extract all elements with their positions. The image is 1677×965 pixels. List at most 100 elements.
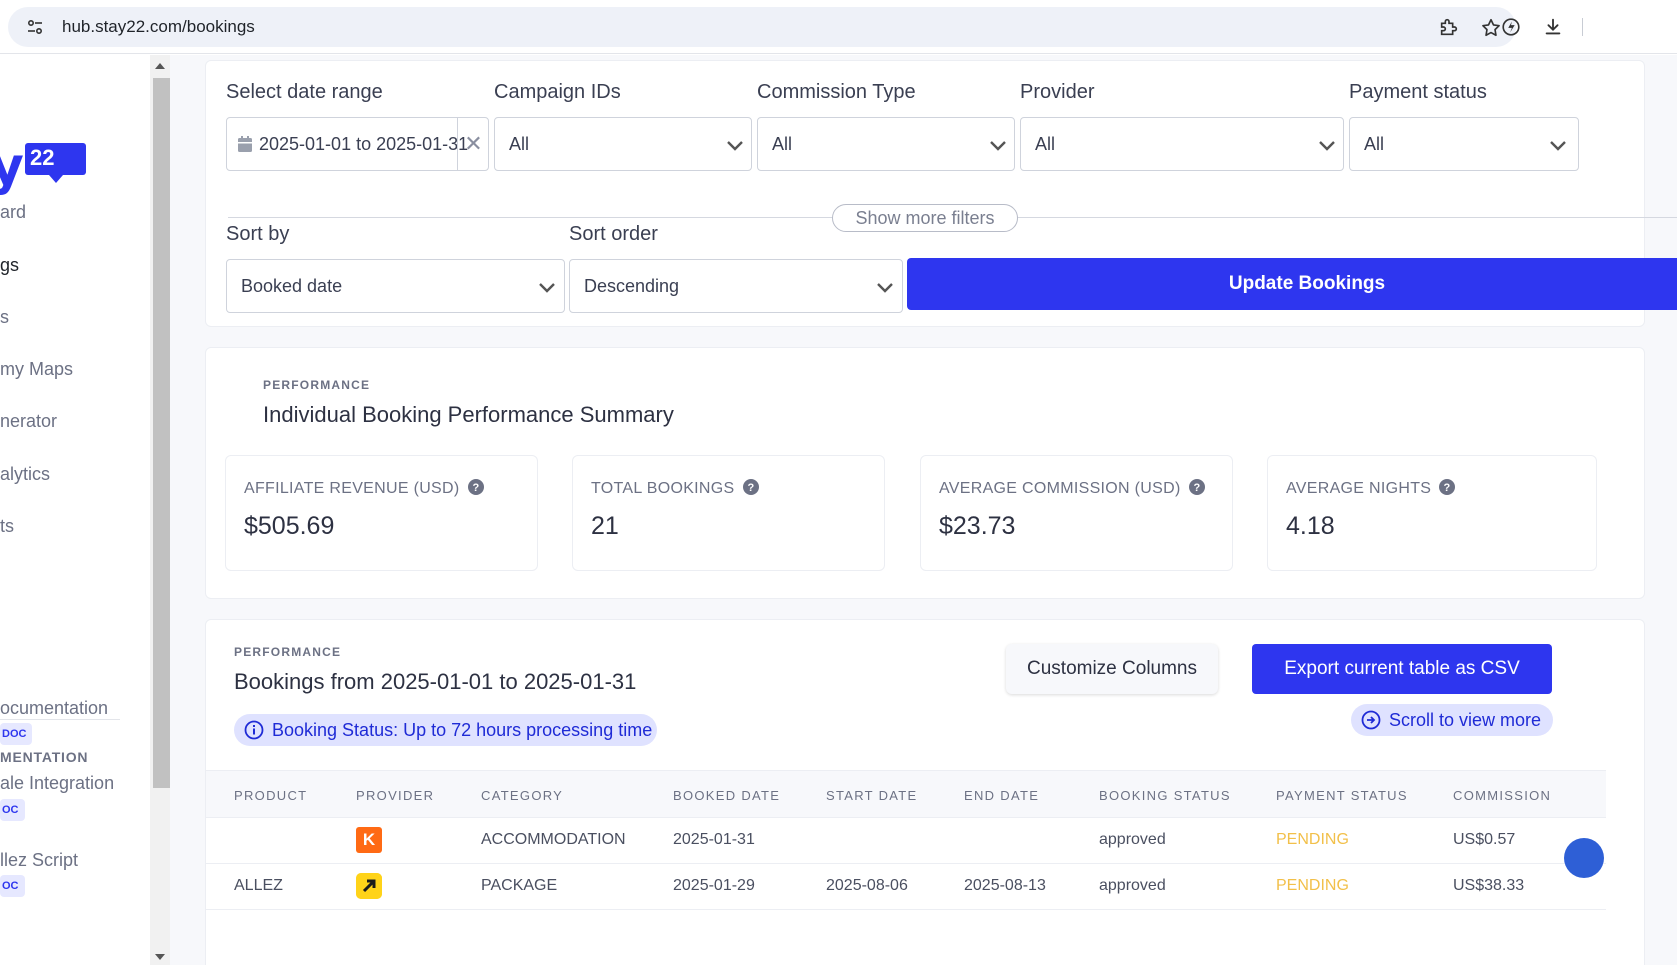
payment-status-select[interactable]: All <box>1349 117 1579 171</box>
sidebar: y 22 ard gs s my Maps nerator alytics ts… <box>0 55 150 965</box>
update-bookings-button[interactable]: Update Bookings <box>907 258 1677 310</box>
column-header-booked-date[interactable]: BOOKED DATE <box>673 788 780 803</box>
performance-icon[interactable] <box>1500 16 1522 38</box>
sidebar-doc-integration[interactable]: ale Integration <box>0 773 114 794</box>
help-icon[interactable]: ? <box>742 479 759 495</box>
sidebar-item-3[interactable]: s <box>0 307 9 328</box>
expedia-logo-icon <box>356 873 382 899</box>
chevron-down-icon <box>1319 141 1335 151</box>
column-header-category[interactable]: CATEGORY <box>481 788 563 803</box>
sort-order-value: Descending <box>584 276 680 296</box>
show-more-filters-button[interactable]: Show more filters <box>832 204 1018 232</box>
scroll-down-icon[interactable] <box>155 954 165 960</box>
metric-label: AVERAGE COMMISSION (USD)? <box>939 479 1205 498</box>
cell-category: ACCOMMODATION <box>481 831 626 848</box>
provider-label: Provider <box>1020 81 1095 103</box>
cell-booked-date: 2025-01-29 <box>673 877 755 894</box>
download-icon[interactable] <box>1542 16 1564 38</box>
column-header-end-date[interactable]: END DATE <box>964 788 1039 803</box>
column-header-product[interactable]: PRODUCT <box>234 788 307 803</box>
bookmark-star-icon[interactable] <box>1480 17 1502 39</box>
sort-by-value: Booked date <box>241 276 343 296</box>
sort-by-select[interactable]: Booked date <box>226 259 565 313</box>
doc-badge: OC <box>0 875 25 897</box>
sidebar-item-dashboard[interactable]: ard <box>0 202 26 223</box>
info-icon <box>244 720 264 740</box>
metric-label-text: TOTAL BOOKINGS <box>591 480 735 497</box>
campaign-ids-select[interactable]: All <box>494 117 752 171</box>
sidebar-doc-allez-script[interactable]: llez Script <box>0 850 78 871</box>
metric-value: 21 <box>591 512 619 540</box>
provider-select[interactable]: All <box>1020 117 1344 171</box>
scroll-up-icon[interactable] <box>155 63 165 69</box>
summary-kicker: PERFORMANCE <box>263 378 371 392</box>
metric-card-total-bookings: TOTAL BOOKINGS? 21 <box>572 455 885 571</box>
metric-card-affiliate-revenue: AFFILIATE REVENUE (USD)? $505.69 <box>225 455 538 571</box>
provider-value: All <box>1035 134 1056 154</box>
sidebar-item-analytics[interactable]: alytics <box>0 464 50 485</box>
arrow-right-circle-icon <box>1361 710 1381 730</box>
campaign-ids-value: All <box>509 134 530 154</box>
sidebar-item-generator[interactable]: nerator <box>0 411 57 432</box>
cell-commission: US$38.33 <box>1453 877 1525 894</box>
sidebar-item-my-maps[interactable]: my Maps <box>0 359 73 380</box>
help-icon[interactable]: ? <box>1188 479 1205 495</box>
column-header-provider[interactable]: PROVIDER <box>356 788 434 803</box>
sidebar-doc-documentation[interactable]: ocumentation <box>0 698 108 719</box>
main-content: Select date range 2025-01-01 to 2025-01-… <box>170 55 1677 965</box>
chat-widget-button[interactable] <box>1564 838 1604 878</box>
chevron-down-icon <box>1550 141 1566 151</box>
metric-label-text: AFFILIATE REVENUE (USD) <box>244 480 460 497</box>
cell-category: PACKAGE <box>481 877 558 894</box>
cell-product: ALLEZ <box>234 877 283 894</box>
sidebar-item-bookings[interactable]: gs <box>0 255 19 276</box>
metric-label-text: AVERAGE COMMISSION (USD) <box>939 480 1181 497</box>
commission-type-select[interactable]: All <box>757 117 1015 171</box>
logo-letter: y <box>0 137 24 197</box>
bookings-kicker: PERFORMANCE <box>234 645 342 659</box>
table-row[interactable]: ALLEZ PACKAGE 2025-01-29 2025-08-06 2025… <box>206 864 1606 910</box>
sidebar-scrollbar-thumb[interactable] <box>153 78 170 788</box>
metric-value: $505.69 <box>244 512 335 540</box>
chevron-down-icon <box>539 283 555 293</box>
table-row[interactable]: K ACCOMMODATION 2025-01-31 approved PEND… <box>206 818 1606 864</box>
sort-order-select[interactable]: Descending <box>569 259 903 313</box>
logo-badge: 22 <box>25 143 86 183</box>
clear-date-icon[interactable]: ✕ <box>457 118 489 170</box>
column-header-payment-status[interactable]: PAYMENT STATUS <box>1276 788 1408 803</box>
sort-by-label: Sort by <box>226 223 290 245</box>
help-icon[interactable]: ? <box>467 479 484 495</box>
url-text[interactable]: hub.stay22.com/bookings <box>62 17 255 37</box>
column-header-commission[interactable]: COMMISSION <box>1453 788 1551 803</box>
metric-label: AVERAGE NIGHTS? <box>1286 479 1456 498</box>
customize-columns-button[interactable]: Customize Columns <box>1006 644 1218 694</box>
sidebar-item-7[interactable]: ts <box>0 516 14 537</box>
chevron-down-icon <box>990 141 1006 151</box>
metric-label: AFFILIATE REVENUE (USD)? <box>244 479 484 498</box>
browser-toolbar: hub.stay22.com/bookings <box>0 0 1677 54</box>
cell-booking-status: approved <box>1099 831 1166 848</box>
metric-label: TOTAL BOOKINGS? <box>591 479 759 498</box>
export-csv-button[interactable]: Export current table as CSV <box>1252 644 1552 694</box>
date-range-input[interactable]: 2025-01-01 to 2025-01-31 ✕ <box>226 117 489 171</box>
metric-value: $23.73 <box>939 512 1016 540</box>
payment-status-value: All <box>1364 134 1385 154</box>
doc-badge: OC <box>0 799 25 821</box>
bookings-title: Bookings from 2025-01-01 to 2025-01-31 <box>234 669 637 694</box>
scroll-hint-label: Scroll to view more <box>1389 710 1542 730</box>
scroll-to-view-more-button[interactable]: Scroll to view more <box>1351 704 1553 736</box>
booking-status-note-text: Booking Status: Up to 72 hours processin… <box>272 720 653 740</box>
address-bar[interactable]: hub.stay22.com/bookings <box>8 7 1516 47</box>
extensions-puzzle-icon[interactable] <box>1438 16 1460 38</box>
column-header-booking-status[interactable]: BOOKING STATUS <box>1099 788 1231 803</box>
help-icon[interactable]: ? <box>1439 479 1456 495</box>
column-header-start-date[interactable]: START DATE <box>826 788 918 803</box>
svg-text:?: ? <box>472 482 479 494</box>
chevron-down-icon <box>877 283 893 293</box>
toolbar-separator <box>1582 18 1583 36</box>
cell-start-date: 2025-08-06 <box>826 877 908 894</box>
date-range-label: Select date range <box>226 81 383 103</box>
commission-type-value: All <box>772 134 793 154</box>
site-settings-icon[interactable] <box>26 18 44 36</box>
metric-value: 4.18 <box>1286 512 1335 540</box>
